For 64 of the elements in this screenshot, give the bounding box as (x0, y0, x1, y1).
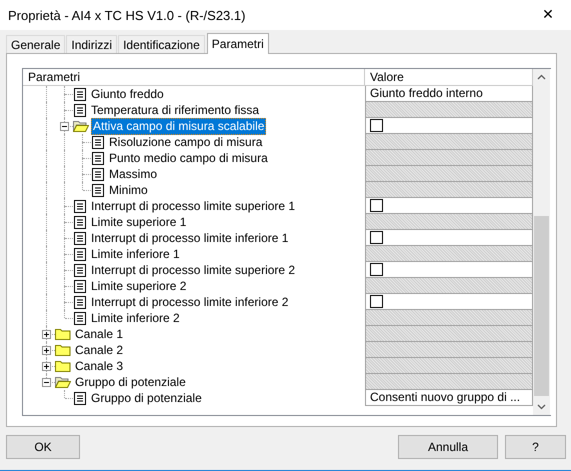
document-icon (91, 151, 105, 165)
tree-item[interactable]: Limite inferiore 2 (89, 310, 182, 326)
open-folder-icon (73, 119, 89, 133)
document-icon (73, 295, 87, 309)
window-title: Proprietà - AI4 x TC HS V1.0 - (R-/S23.1) (7, 8, 246, 22)
tab[interactable]: Identificazione (118, 35, 205, 53)
close-button[interactable]: ✕ (525, 0, 571, 30)
checkbox[interactable] (370, 231, 383, 244)
folder-icon (55, 359, 71, 373)
expand-icon[interactable] (42, 330, 51, 339)
tree-item[interactable]: Limite superiore 1 (89, 214, 188, 230)
document-icon (73, 103, 87, 117)
tree-item[interactable]: Interrupt di processo limite superiore 2 (89, 262, 298, 278)
tree-item[interactable]: Temperatura di riferimento fissa (89, 102, 262, 118)
checkbox[interactable] (370, 119, 383, 132)
document-icon (91, 167, 105, 181)
tree-item[interactable]: Gruppo di potenziale (73, 374, 188, 390)
dialog-button[interactable]: OK (6, 435, 80, 459)
tree-item[interactable]: Attiva campo di misura scalabile (91, 118, 266, 134)
tab[interactable]: Indirizzi (66, 35, 118, 53)
tree-item[interactable]: Gruppo di potenziale (89, 390, 204, 406)
document-icon (73, 279, 87, 293)
tree-item[interactable]: Punto medio campo di misura (107, 150, 270, 166)
tree-item[interactable]: Canale 1 (73, 326, 126, 342)
document-icon (73, 215, 87, 229)
tree-item[interactable]: Canale 3 (73, 358, 126, 374)
document-icon (91, 183, 105, 197)
open-folder-icon (55, 375, 71, 389)
scrollbar-thumb[interactable] (534, 216, 549, 396)
tree-item[interactable]: Canale 2 (73, 342, 126, 358)
tree-item[interactable]: Giunto freddo (89, 86, 166, 102)
tab[interactable]: Parametri (206, 33, 269, 54)
tree-item[interactable]: Interrupt di processo limite superiore 1 (89, 198, 298, 214)
document-icon (73, 247, 87, 261)
expand-icon[interactable] (42, 346, 51, 355)
document-icon (73, 199, 87, 213)
document-icon (73, 87, 87, 101)
tree-item[interactable]: Interrupt di processo limite inferiore 2 (89, 294, 290, 310)
dialog-button[interactable]: ? (505, 435, 566, 459)
tree-item[interactable]: Minimo (107, 182, 150, 198)
checkbox[interactable] (370, 295, 383, 308)
folder-icon (55, 327, 71, 341)
collapse-icon[interactable] (60, 122, 69, 131)
collapse-icon[interactable] (42, 378, 51, 387)
document-icon (91, 135, 105, 149)
document-icon (73, 263, 87, 277)
tree-item[interactable]: Limite superiore 2 (89, 278, 188, 294)
tree-item[interactable]: Massimo (107, 166, 160, 182)
value-cell[interactable]: Consenti nuovo gruppo di ... (365, 390, 533, 406)
dialog-button[interactable]: Annulla (398, 435, 498, 459)
tab[interactable]: Generale (6, 35, 66, 53)
document-icon (73, 391, 87, 405)
tree-item[interactable]: Risoluzione campo di misura (107, 134, 264, 150)
column-header[interactable]: Valore (365, 69, 533, 86)
tree-item[interactable]: Interrupt di processo limite inferiore 1 (89, 230, 290, 246)
checkbox[interactable] (370, 263, 383, 276)
document-icon (73, 311, 87, 325)
folder-icon (55, 343, 71, 357)
checkbox[interactable] (370, 199, 383, 212)
document-icon (73, 231, 87, 245)
column-header[interactable]: Parametri (23, 69, 365, 86)
scrollbar[interactable] (533, 69, 550, 415)
tree-item[interactable]: Limite inferiore 1 (89, 246, 182, 262)
expand-icon[interactable] (42, 362, 51, 371)
